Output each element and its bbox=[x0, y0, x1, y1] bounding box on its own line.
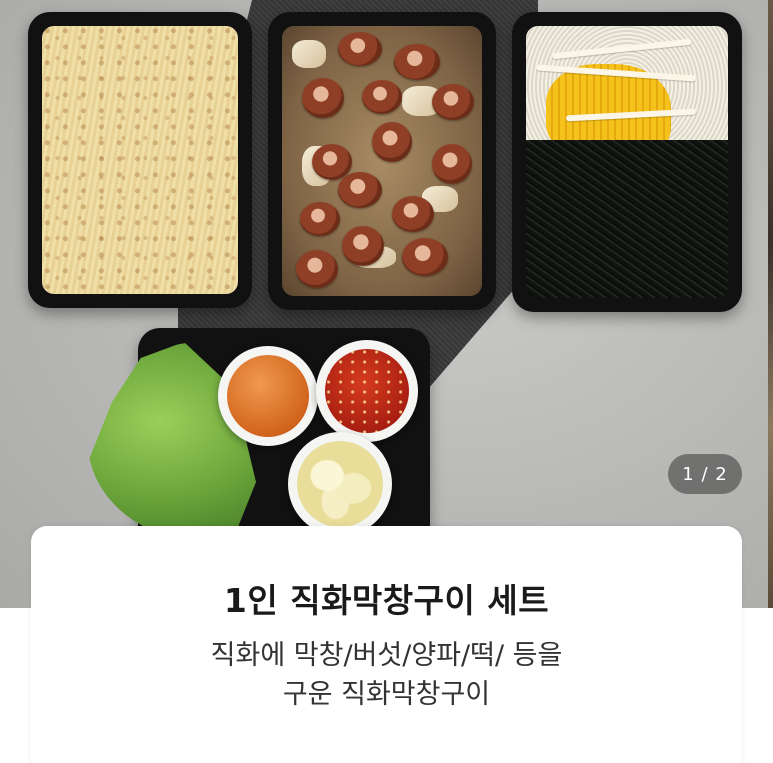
orange-sauce bbox=[227, 355, 309, 437]
rice-dish-tray bbox=[512, 12, 742, 312]
description-line: 구운 직화막창구이 bbox=[282, 679, 491, 710]
makchang-piece bbox=[432, 144, 472, 184]
makchang-piece bbox=[394, 44, 440, 80]
makchang-piece bbox=[338, 32, 382, 66]
makchang-piece bbox=[372, 122, 412, 162]
page-indicator-text: 1 / 2 bbox=[682, 463, 728, 485]
makchang-piece bbox=[362, 80, 402, 114]
garlic-bowl bbox=[288, 432, 392, 536]
seaweed-flakes bbox=[526, 140, 728, 298]
page-indicator: 1 / 2 bbox=[668, 454, 742, 494]
description-line: 직화에 막창/버섯/양파/떡/ 등을 bbox=[210, 640, 563, 671]
makchang-piece bbox=[296, 250, 338, 288]
sliced-garlic bbox=[297, 441, 383, 527]
makchang-piece bbox=[402, 238, 448, 276]
red-chili-sauce bbox=[325, 349, 409, 433]
makchang-piece bbox=[338, 172, 382, 208]
next-photo-peek bbox=[768, 0, 773, 608]
makchang-piece bbox=[300, 202, 340, 236]
makchang-piece bbox=[392, 196, 434, 232]
product-photo-carousel[interactable]: 1 / 2 bbox=[0, 0, 773, 608]
makchang-piece bbox=[432, 84, 474, 120]
onion-piece bbox=[292, 40, 326, 68]
product-description: 직화에 막창/버섯/양파/떡/ 등을 구운 직화막창구이 bbox=[31, 636, 742, 714]
product-title: 1인 직화막창구이 세트 bbox=[223, 581, 550, 620]
makchang-dish-tray bbox=[268, 12, 496, 310]
dipping-sauce-bowl bbox=[316, 340, 418, 442]
rice-bowl bbox=[526, 26, 728, 298]
grilled-makchang bbox=[282, 26, 482, 296]
makchang-piece bbox=[302, 78, 344, 118]
product-detail-screen: 1 / 2 1인 직화막창구이 세트 직화에 막창/버섯/양파/떡/ 등을 구운… bbox=[0, 0, 773, 763]
makchang-piece bbox=[342, 226, 384, 266]
egg-dish-tray bbox=[28, 12, 252, 308]
dipping-sauce-bowl bbox=[218, 346, 318, 446]
steamed-egg bbox=[42, 26, 238, 294]
product-info-card: 1인 직화막창구이 세트 직화에 막창/버섯/양파/떡/ 등을 구운 직화막창구… bbox=[31, 526, 742, 763]
